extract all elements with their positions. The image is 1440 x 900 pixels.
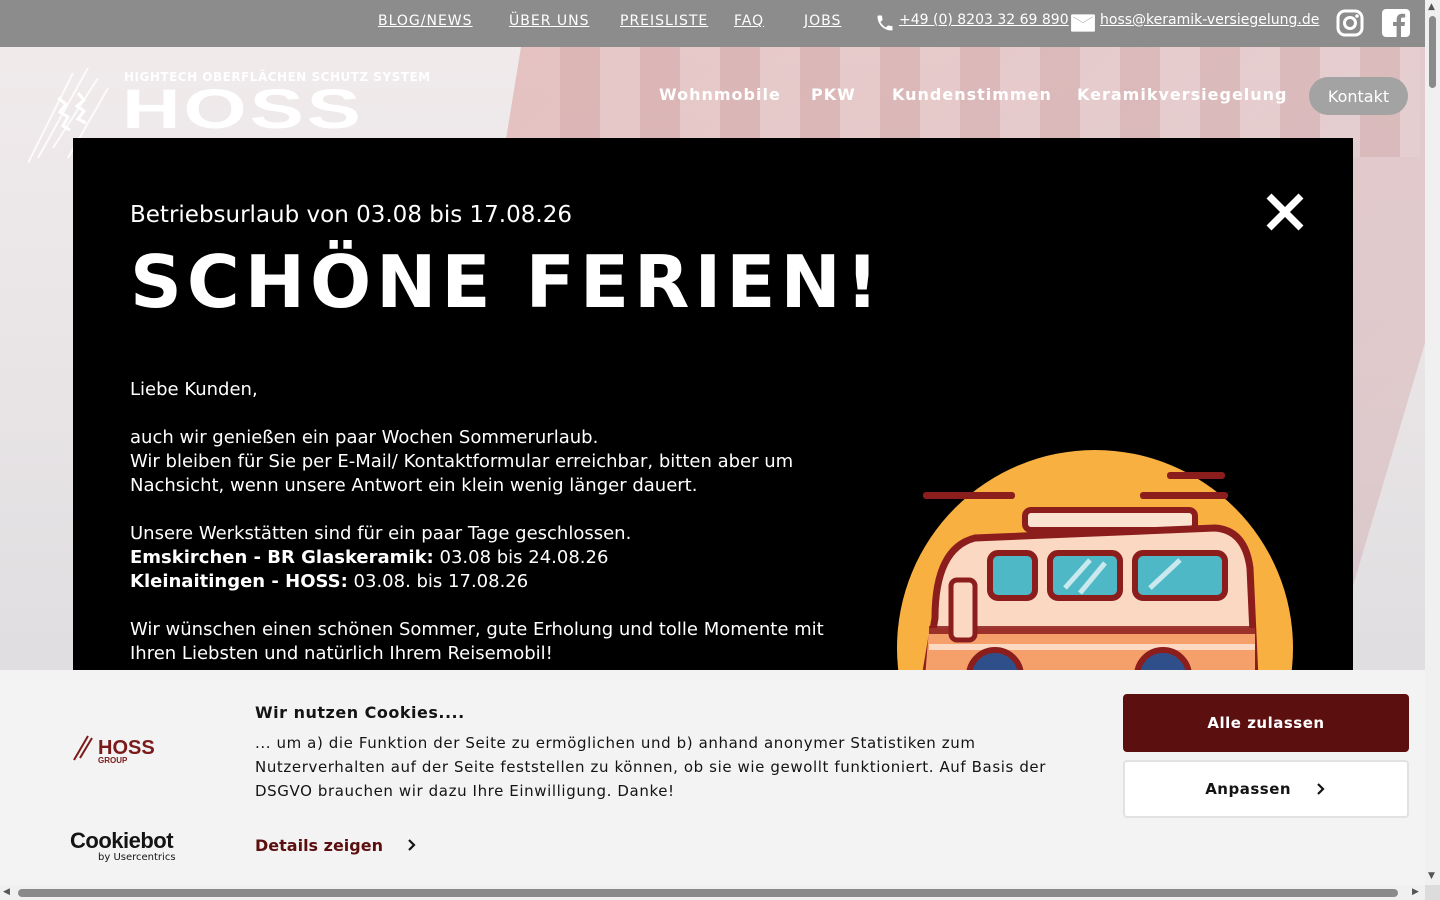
toplink-about[interactable]: ÜBER UNS [509, 13, 589, 29]
location-name: Kleinaitingen - HOSS: [130, 571, 348, 592]
scroll-left-icon[interactable]: ◀ [3, 887, 10, 897]
vacation-modal: Betriebsurlaub von 03.08 bis 17.08.26 SC… [73, 138, 1353, 678]
modal-text-line: Ihren Liebsten und natürlich Ihrem Reise… [130, 643, 553, 664]
location-dates: 03.08 bis 24.08.26 [433, 547, 609, 568]
modal-body: Liebe Kunden, auch wir genießen ein paar… [130, 378, 830, 666]
vertical-scroll-thumb[interactable] [1429, 16, 1436, 88]
hoss-logo[interactable]: HIGHTECH OBERFLÄCHEN SCHUTZ SYSTEM HOSS [28, 62, 430, 164]
toplink-blog[interactable]: BLOG/NEWS [378, 13, 473, 29]
cookie-title: Wir nutzen Cookies.... [255, 703, 465, 722]
accept-all-button[interactable]: Alle zulassen [1123, 694, 1409, 752]
cookie-details-label: Details zeigen [255, 836, 383, 855]
modal-greeting: Liebe Kunden, [130, 379, 258, 400]
cookiebot-sub: by Usercentrics [98, 852, 176, 863]
top-bar: BLOG/NEWS ÜBER UNS PREISLISTE FAQ JOBS +… [0, 0, 1425, 47]
toplink-jobs[interactable]: JOBS [804, 13, 841, 29]
nav-kundenstimmen[interactable]: Kundenstimmen [892, 85, 1052, 104]
modal-text-line: Wir bleiben für Sie per E-Mail/ Kontaktf… [130, 451, 794, 472]
kontakt-button[interactable]: Kontakt [1309, 77, 1408, 115]
cookiebot-name: Cookiebot [70, 828, 174, 853]
scroll-right-icon[interactable]: ▶ [1412, 887, 1419, 897]
modal-close-button[interactable] [1261, 188, 1309, 236]
location-name: Emskirchen - BR Glaskeramik: [130, 547, 434, 568]
vertical-scrollbar[interactable]: ▲ ▼ [1425, 0, 1440, 885]
nav-keramikversiegelung[interactable]: Keramikversiegelung [1077, 85, 1288, 104]
cookie-hoss-logo: HOSS GROUP [70, 730, 180, 766]
phone-link[interactable]: +49 (0) 8203 32 69 890 [899, 12, 1069, 28]
logo-name: HOSS [122, 77, 364, 140]
nav-pkw[interactable]: PKW [811, 85, 856, 104]
scrollbar-corner [1425, 885, 1440, 900]
cookie-text: ... um a) die Funktion der Seite zu ermö… [255, 734, 1047, 800]
customize-label: Anpassen [1205, 780, 1292, 798]
scroll-up-icon[interactable]: ▲ [1428, 2, 1435, 12]
location-dates: 03.08. bis 17.08.26 [347, 571, 529, 592]
scroll-down-icon[interactable]: ▼ [1428, 871, 1435, 881]
toplink-pricelist[interactable]: PREISLISTE [620, 13, 708, 29]
modal-text-line: Unsere Werkstätten sind für ein paar Tag… [130, 523, 632, 544]
customize-button[interactable]: Anpassen [1123, 760, 1409, 818]
modal-pre-title: Betriebsurlaub von 03.08 bis 17.08.26 [130, 202, 572, 228]
cookie-banner: HOSS GROUP Cookiebot by Usercentrics Wir… [0, 670, 1425, 885]
modal-text-line: Nachsicht, wenn unsere Antwort ein klein… [130, 475, 698, 496]
mail-icon [1070, 12, 1096, 38]
modal-title: SCHÖNE FERIEN! [130, 240, 884, 324]
location-emskirchen: Emskirchen - BR Glaskeramik: 03.08 bis 2… [130, 546, 830, 570]
nav-wohnmobile[interactable]: Wohnmobile [659, 85, 781, 104]
location-kleinaitingen: Kleinaitingen - HOSS: 03.08. bis 17.08.2… [130, 570, 830, 594]
instagram-icon[interactable] [1336, 9, 1364, 41]
facebook-icon[interactable] [1382, 9, 1410, 41]
modal-text-line: auch wir genießen ein paar Wochen Sommer… [130, 427, 599, 448]
cookie-details-link[interactable]: Details zeigen [255, 836, 419, 855]
horizontal-scrollbar[interactable]: ◀ ▶ [0, 885, 1425, 900]
modal-text-line: Wir wünschen einen schönen Sommer, gute … [130, 619, 824, 640]
chevron-right-icon [407, 839, 416, 851]
cookie-logo-sub: GROUP [98, 756, 128, 765]
cookiebot-brand: Cookiebot by Usercentrics [70, 828, 176, 863]
phone-icon [875, 13, 895, 37]
close-icon [1266, 193, 1304, 231]
toplink-faq[interactable]: FAQ [734, 13, 764, 29]
camper-van-illustration [897, 450, 1293, 678]
chevron-right-icon [1317, 783, 1325, 795]
email-link[interactable]: hoss@keramik-versiegelung.de [1100, 12, 1319, 28]
horizontal-scroll-thumb[interactable] [18, 889, 1398, 897]
